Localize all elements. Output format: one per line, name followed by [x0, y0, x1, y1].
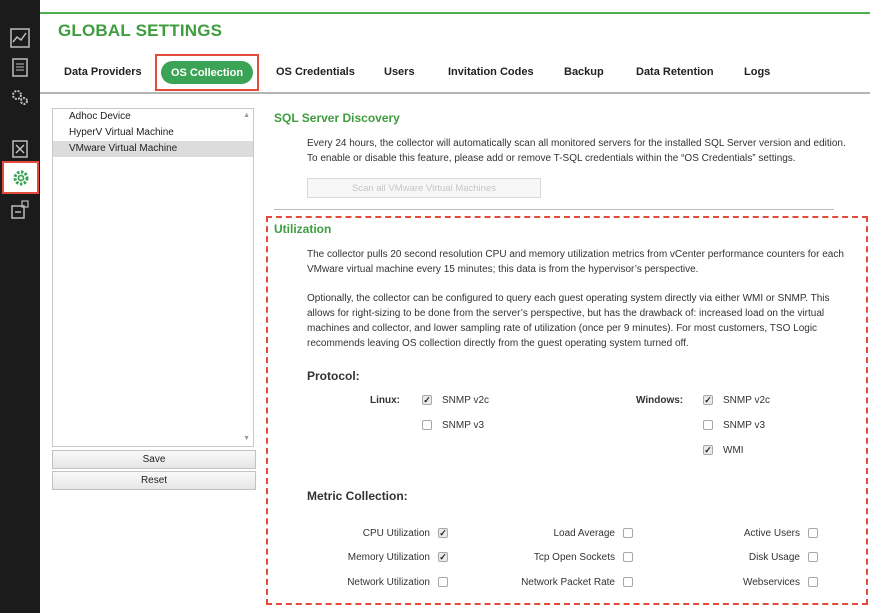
tcp-open-sockets-checkbox[interactable]	[623, 552, 633, 562]
linux-snmp-v2c-label: SNMP v2c	[442, 395, 490, 406]
windows-snmp-v2c-checkbox[interactable]: ✓	[703, 395, 713, 405]
webservices-label: Webservices	[742, 577, 800, 588]
windows-wmi-checkbox[interactable]: ✓	[703, 445, 713, 455]
protocol-heading: Protocol:	[307, 369, 360, 383]
scroll-up-icon[interactable]: ▲	[243, 112, 250, 119]
clipboard-icon[interactable]	[9, 56, 31, 78]
disk-usage-label: Disk Usage	[748, 552, 800, 563]
tab-data-providers[interactable]: Data Providers	[64, 66, 142, 78]
tab-bar-divider	[40, 92, 870, 94]
gears-icon[interactable]	[9, 86, 31, 108]
disk-usage-checkbox[interactable]	[808, 552, 818, 562]
chart-icon[interactable]	[9, 27, 31, 49]
export-icon[interactable]	[9, 199, 31, 221]
linux-label: Linux:	[370, 395, 400, 406]
page-title: GLOBAL SETTINGS	[58, 21, 223, 40]
tab-os-credentials[interactable]: OS Credentials	[276, 66, 355, 78]
network-packet-rate-checkbox[interactable]	[623, 577, 633, 587]
scroll-down-icon[interactable]: ▼	[243, 435, 250, 442]
network-utilization-label: Network Utilization	[347, 577, 430, 588]
windows-label: Windows:	[636, 395, 684, 406]
tab-os-collection[interactable]: OS Collection	[161, 61, 253, 84]
windows-snmp-v3-label: SNMP v3	[723, 420, 766, 431]
utilization-paragraph-2: Optionally, the collector can be configu…	[307, 293, 830, 349]
metric-collection-heading: Metric Collection:	[307, 489, 408, 503]
memory-utilization-label: Memory Utilization	[347, 552, 430, 563]
memory-utilization-checkbox[interactable]: ✓	[438, 552, 448, 562]
rail-settings-active[interactable]	[2, 161, 39, 194]
linux-snmp-v3-label: SNMP v3	[442, 420, 485, 431]
cpu-utilization-label: CPU Utilization	[362, 528, 430, 539]
windows-wmi-label: WMI	[723, 445, 744, 456]
tab-data-retention[interactable]: Data Retention	[636, 66, 714, 78]
load-average-label: Load Average	[553, 528, 615, 539]
checklist-icon[interactable]	[9, 137, 31, 159]
device-type-list[interactable]: Adhoc Device HyperV Virtual Machine VMwa…	[52, 108, 254, 447]
network-utilization-checkbox[interactable]	[438, 577, 448, 587]
sql-discovery-heading: SQL Server Discovery	[274, 111, 400, 125]
cpu-utilization-checkbox[interactable]: ✓	[438, 528, 448, 538]
sql-discovery-text: Every 24 hours, the collector will autom…	[307, 138, 846, 164]
settings-gear-icon	[13, 170, 29, 186]
tcp-open-sockets-label: Tcp Open Sockets	[533, 552, 615, 563]
active-users-label: Active Users	[743, 528, 800, 539]
list-item-adhoc-device[interactable]: Adhoc Device	[53, 109, 253, 125]
save-button[interactable]: Save	[52, 450, 256, 469]
tab-users[interactable]: Users	[384, 66, 415, 78]
reset-button[interactable]: Reset	[52, 471, 256, 490]
windows-snmp-v3-checkbox[interactable]	[703, 420, 713, 430]
network-packet-rate-label: Network Packet Rate	[521, 577, 615, 588]
active-users-checkbox[interactable]	[808, 528, 818, 538]
utilization-paragraph-1: The collector pulls 20 second resolution…	[307, 249, 844, 275]
utilization-heading: Utilization	[274, 222, 332, 236]
linux-snmp-v2c-checkbox[interactable]: ✓	[422, 395, 432, 405]
top-accent-line	[40, 12, 870, 14]
tab-logs[interactable]: Logs	[744, 66, 770, 78]
tab-invitation-codes[interactable]: Invitation Codes	[448, 66, 534, 78]
section-divider	[274, 209, 834, 210]
linux-snmp-v3-checkbox[interactable]	[422, 420, 432, 430]
tab-bar: Data Providers OS Collection OS Credenti…	[40, 54, 870, 92]
load-average-checkbox[interactable]	[623, 528, 633, 538]
tab-backup[interactable]: Backup	[564, 66, 604, 78]
list-item-vmware-vm[interactable]: VMware Virtual Machine	[53, 141, 253, 157]
tab-os-collection-highlight: OS Collection	[155, 54, 259, 91]
webservices-checkbox[interactable]	[808, 577, 818, 587]
left-nav-rail	[0, 0, 40, 613]
windows-snmp-v2c-label: SNMP v2c	[723, 395, 771, 406]
list-item-hyperv-vm[interactable]: HyperV Virtual Machine	[53, 125, 253, 141]
scan-vmware-button[interactable]: Scan all VMware Virtual Machines	[307, 178, 541, 198]
